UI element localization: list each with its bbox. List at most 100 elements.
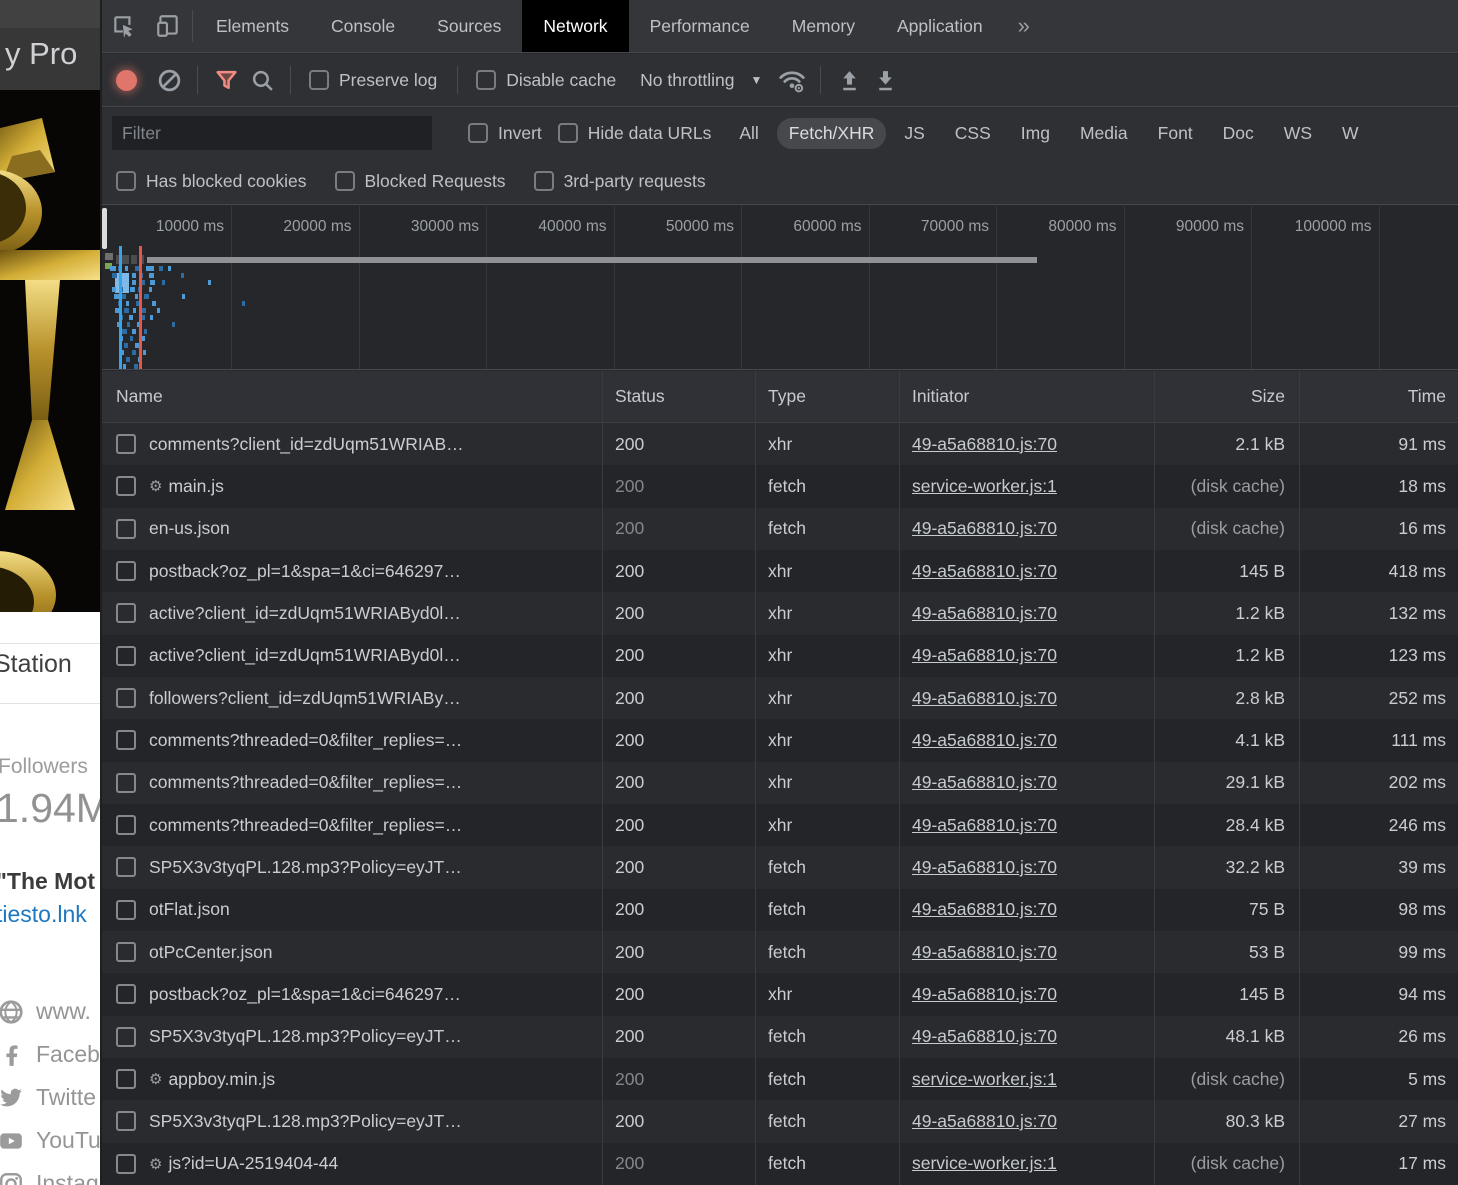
column-header-status[interactable]: Status [602, 371, 755, 422]
column-header-time[interactable]: Time [1299, 371, 1458, 422]
hide-data-urls-checkbox[interactable] [558, 123, 578, 143]
initiator-link[interactable]: 49-a5a68810.js:70 [912, 942, 1057, 963]
row-checkbox[interactable] [116, 1027, 136, 1047]
import-har-icon[interactable] [831, 62, 867, 98]
initiator-link[interactable]: 49-a5a68810.js:70 [912, 1026, 1057, 1047]
filter-type-css[interactable]: CSS [943, 118, 1003, 149]
filter-type-doc[interactable]: Doc [1211, 118, 1266, 149]
initiator-link[interactable]: 49-a5a68810.js:70 [912, 899, 1057, 920]
initiator-link[interactable]: 49-a5a68810.js:70 [912, 518, 1057, 539]
table-row[interactable]: SP5X3v3tyqPL.128.mp3?Policy=eyJT…200fetc… [102, 1100, 1458, 1142]
row-checkbox[interactable] [116, 519, 136, 539]
request-name[interactable]: SP5X3v3tyqPL.128.mp3?Policy=eyJT… [149, 1111, 462, 1132]
tab-performance[interactable]: Performance [629, 0, 771, 52]
search-icon[interactable] [244, 62, 280, 98]
row-checkbox[interactable] [116, 646, 136, 666]
filter-type-all[interactable]: All [727, 118, 770, 149]
row-checkbox[interactable] [116, 1111, 136, 1131]
row-checkbox[interactable] [116, 730, 136, 750]
initiator-link[interactable]: 49-a5a68810.js:70 [912, 688, 1057, 709]
option-checkbox-1[interactable] [335, 171, 355, 191]
option-checkbox-0[interactable] [116, 171, 136, 191]
table-row[interactable]: ⚙appboy.min.js200fetchservice-worker.js:… [102, 1058, 1458, 1100]
row-checkbox[interactable] [116, 688, 136, 708]
tab-sources[interactable]: Sources [416, 0, 522, 52]
overview-handle[interactable] [102, 208, 107, 249]
column-header-size[interactable]: Size [1154, 371, 1299, 422]
table-row[interactable]: otFlat.json200fetch49-a5a68810.js:7075 B… [102, 889, 1458, 931]
table-row[interactable]: comments?threaded=0&filter_replies=…200x… [102, 719, 1458, 761]
initiator-link[interactable]: 49-a5a68810.js:70 [912, 984, 1057, 1005]
request-name[interactable]: main.js [168, 476, 223, 497]
row-checkbox[interactable] [116, 900, 136, 920]
preserve-log-checkbox[interactable] [309, 70, 329, 90]
disable-cache-checkbox[interactable] [476, 70, 496, 90]
table-row[interactable]: followers?client_id=zdUqm51WRIABy…200xhr… [102, 677, 1458, 719]
request-name[interactable]: otPcCenter.json [149, 942, 273, 963]
request-name[interactable]: comments?threaded=0&filter_replies=… [149, 772, 462, 793]
row-checkbox[interactable] [116, 1154, 136, 1174]
request-name[interactable]: active?client_id=zdUqm51WRIAByd0l… [149, 645, 461, 666]
initiator-link[interactable]: 49-a5a68810.js:70 [912, 857, 1057, 878]
column-header-type[interactable]: Type [755, 371, 899, 422]
table-row[interactable]: otPcCenter.json200fetch49-a5a68810.js:70… [102, 931, 1458, 973]
tab-elements[interactable]: Elements [195, 0, 310, 52]
filter-type-w[interactable]: W [1330, 118, 1371, 149]
device-toolbar-icon[interactable] [146, 0, 190, 52]
initiator-link[interactable]: 49-a5a68810.js:70 [912, 645, 1057, 666]
throttling-select[interactable]: No throttling [640, 70, 734, 91]
tab-console[interactable]: Console [310, 0, 416, 52]
row-checkbox[interactable] [116, 773, 136, 793]
filter-type-ws[interactable]: WS [1272, 118, 1324, 149]
social-link-faceb[interactable]: Faceb [0, 1033, 100, 1076]
filter-type-js[interactable]: JS [892, 118, 936, 149]
export-har-icon[interactable] [867, 62, 903, 98]
initiator-link[interactable]: service-worker.js:1 [912, 476, 1057, 497]
initiator-link[interactable]: service-worker.js:1 [912, 1069, 1057, 1090]
inspect-element-icon[interactable] [102, 0, 146, 52]
request-name[interactable]: appboy.min.js [168, 1069, 275, 1090]
social-link-youtu[interactable]: YouTu [0, 1119, 100, 1162]
table-row[interactable]: postback?oz_pl=1&spa=1&ci=646297…200xhr4… [102, 973, 1458, 1015]
initiator-link[interactable]: 49-a5a68810.js:70 [912, 772, 1057, 793]
column-header-name[interactable]: Name [102, 371, 602, 422]
request-name[interactable]: comments?client_id=zdUqm51WRIAB… [149, 434, 464, 455]
request-name[interactable]: SP5X3v3tyqPL.128.mp3?Policy=eyJT… [149, 857, 462, 878]
table-row[interactable]: active?client_id=zdUqm51WRIAByd0l…200xhr… [102, 592, 1458, 634]
request-name[interactable]: followers?client_id=zdUqm51WRIABy… [149, 688, 461, 709]
tab-network[interactable]: Network [522, 0, 628, 52]
option-checkbox-2[interactable] [534, 171, 554, 191]
initiator-link[interactable]: 49-a5a68810.js:70 [912, 1111, 1057, 1132]
social-link-twitte[interactable]: Twitte [0, 1076, 100, 1119]
request-name[interactable]: active?client_id=zdUqm51WRIAByd0l… [149, 603, 461, 624]
filter-funnel-icon[interactable] [208, 62, 244, 98]
more-tabs-button[interactable]: » [1004, 0, 1044, 52]
table-row[interactable]: comments?client_id=zdUqm51WRIAB…200xhr49… [102, 423, 1458, 465]
network-conditions-icon[interactable] [774, 62, 810, 98]
initiator-link[interactable]: service-worker.js:1 [912, 1153, 1057, 1174]
social-link-instag[interactable]: Instag [0, 1162, 100, 1185]
row-checkbox[interactable] [116, 434, 136, 454]
initiator-link[interactable]: 49-a5a68810.js:70 [912, 561, 1057, 582]
row-checkbox[interactable] [116, 815, 136, 835]
tab-application[interactable]: Application [876, 0, 1004, 52]
filter-type-media[interactable]: Media [1068, 118, 1140, 149]
row-checkbox[interactable] [116, 857, 136, 877]
initiator-link[interactable]: 49-a5a68810.js:70 [912, 815, 1057, 836]
filter-type-fetchxhr[interactable]: Fetch/XHR [777, 118, 887, 149]
request-name[interactable]: SP5X3v3tyqPL.128.mp3?Policy=eyJT… [149, 1026, 462, 1047]
request-name[interactable]: otFlat.json [149, 899, 230, 920]
chevron-down-icon[interactable]: ▼ [751, 73, 763, 87]
table-row[interactable]: ⚙main.js200fetchservice-worker.js:1(disk… [102, 465, 1458, 507]
row-checkbox[interactable] [116, 1069, 136, 1089]
record-network-log-button[interactable] [116, 70, 137, 91]
row-checkbox[interactable] [116, 942, 136, 962]
table-row[interactable]: comments?threaded=0&filter_replies=…200x… [102, 762, 1458, 804]
table-row[interactable]: active?client_id=zdUqm51WRIAByd0l…200xhr… [102, 635, 1458, 677]
table-row[interactable]: SP5X3v3tyqPL.128.mp3?Policy=eyJT…200fetc… [102, 846, 1458, 888]
network-overview[interactable]: 10000 ms20000 ms30000 ms40000 ms50000 ms… [102, 206, 1458, 370]
table-row[interactable]: postback?oz_pl=1&spa=1&ci=646297…200xhr4… [102, 550, 1458, 592]
initiator-link[interactable]: 49-a5a68810.js:70 [912, 603, 1057, 624]
initiator-link[interactable]: 49-a5a68810.js:70 [912, 434, 1057, 455]
tab-memory[interactable]: Memory [771, 0, 876, 52]
